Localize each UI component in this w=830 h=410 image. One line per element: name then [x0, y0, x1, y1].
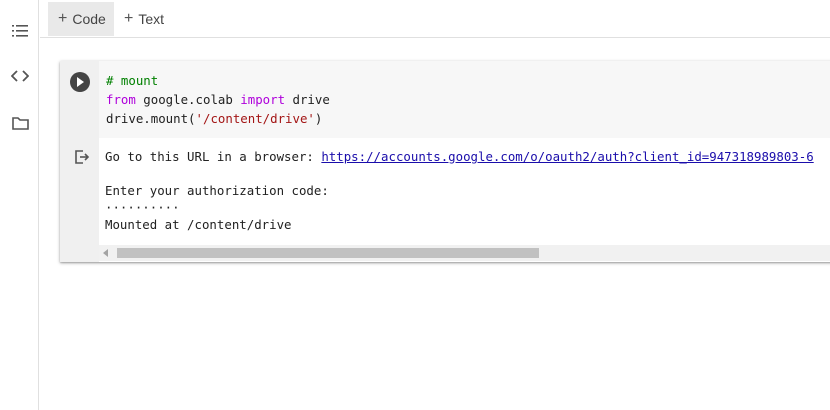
code-text: drive — [285, 92, 330, 107]
code-line: drive.mount('/content/drive') — [106, 109, 322, 128]
code-line: # mount — [106, 71, 158, 90]
cell-gutter — [60, 61, 99, 262]
auth-url-link[interactable]: https://accounts.google.com/o/oauth2/aut… — [321, 149, 813, 164]
add-text-button[interactable]: + Text — [118, 2, 164, 36]
files-icon[interactable] — [8, 111, 32, 135]
add-code-label: Code — [72, 11, 106, 27]
run-cell-button[interactable] — [70, 72, 90, 92]
masked-auth-code: ·········· — [105, 200, 180, 215]
code-text: google.colab — [135, 92, 241, 107]
scrollbar-thumb[interactable] — [117, 248, 539, 258]
code-snippets-icon[interactable] — [8, 64, 32, 88]
plus-icon: + — [58, 10, 68, 27]
toolbar: + Code + Text — [40, 0, 830, 38]
code-line: from google.colab import drive — [106, 90, 330, 109]
code-comment: # mount — [106, 73, 159, 88]
add-code-button[interactable]: + Code — [48, 2, 114, 36]
table-of-contents-icon[interactable] — [8, 19, 32, 43]
left-sidebar — [0, 0, 39, 410]
code-keyword: import — [240, 92, 286, 107]
code-text: ) — [314, 111, 323, 126]
output-url-line: Go to this URL in a browser: https://acc… — [105, 148, 814, 165]
auth-prompt-text: Enter your authorization code: — [105, 183, 329, 198]
code-text: drive.mount( — [106, 111, 196, 126]
play-icon — [77, 77, 84, 87]
code-editor[interactable]: # mount from google.colab import drive d… — [99, 61, 830, 138]
horizontal-scrollbar[interactable] — [99, 245, 830, 261]
code-string: '/content/drive' — [195, 111, 315, 126]
code-cell[interactable]: # mount from google.colab import drive d… — [60, 61, 830, 262]
url-prompt-text: Go to this URL in a browser: — [105, 149, 322, 164]
mounted-message: Mounted at /content/drive — [105, 217, 292, 232]
cell-output: Go to this URL in a browser: https://acc… — [99, 138, 830, 262]
code-keyword: from — [106, 92, 136, 107]
add-text-label: Text — [138, 11, 165, 27]
scroll-left-arrow-icon[interactable] — [103, 249, 108, 257]
clear-output-icon[interactable] — [74, 149, 90, 165]
plus-icon: + — [124, 10, 134, 27]
